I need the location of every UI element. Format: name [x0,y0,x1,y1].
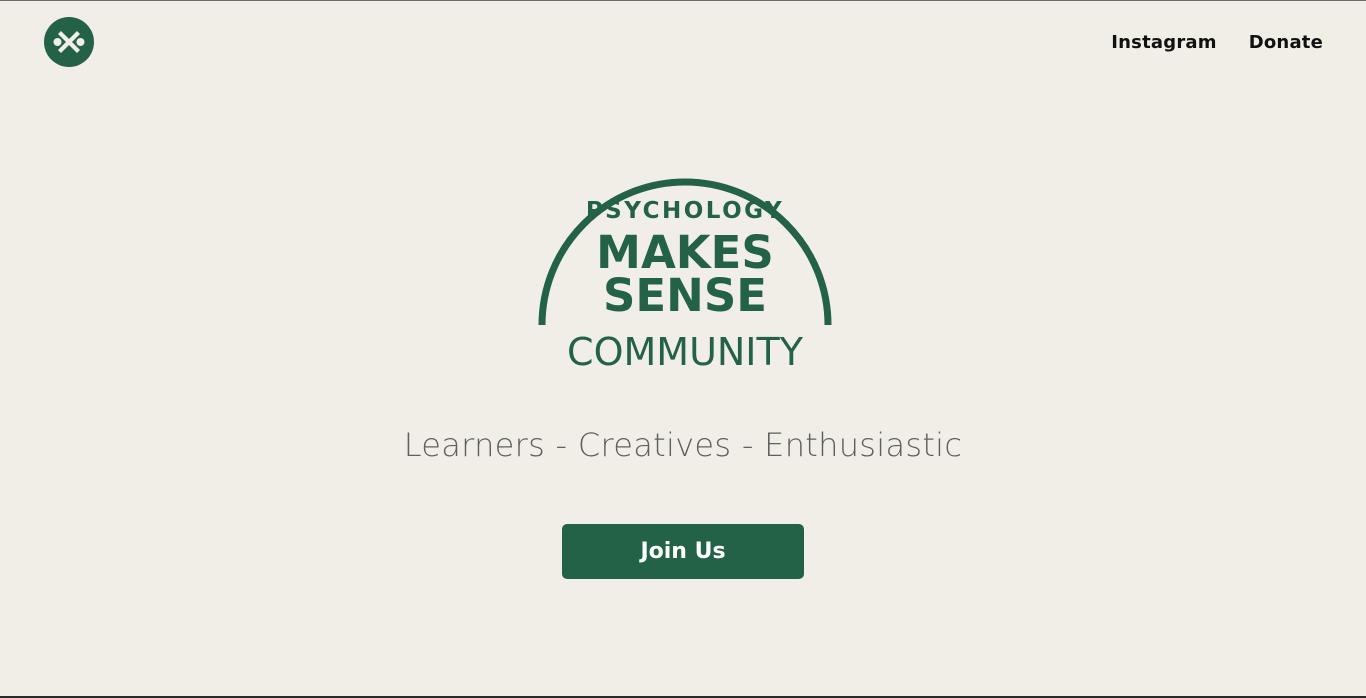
join-us-button[interactable]: Join Us [562,524,804,579]
logo-line-sense: SENSE [603,269,767,322]
psychology-makes-sense-logo: PSYCHOLOGY MAKES SENSE COMMUNITY [529,129,841,374]
nav-instagram-link[interactable]: Instagram [1111,32,1216,53]
top-nav: Instagram Donate [1111,32,1323,53]
nav-donate-link[interactable]: Donate [1249,32,1323,53]
hero-tagline: Learners - Creatives - Enthusiastic [403,426,963,464]
site-logo-icon[interactable] [44,17,94,67]
logo-line-community: COMMUNITY [567,330,804,374]
logo-line-psychology: PSYCHOLOGY [586,198,784,224]
